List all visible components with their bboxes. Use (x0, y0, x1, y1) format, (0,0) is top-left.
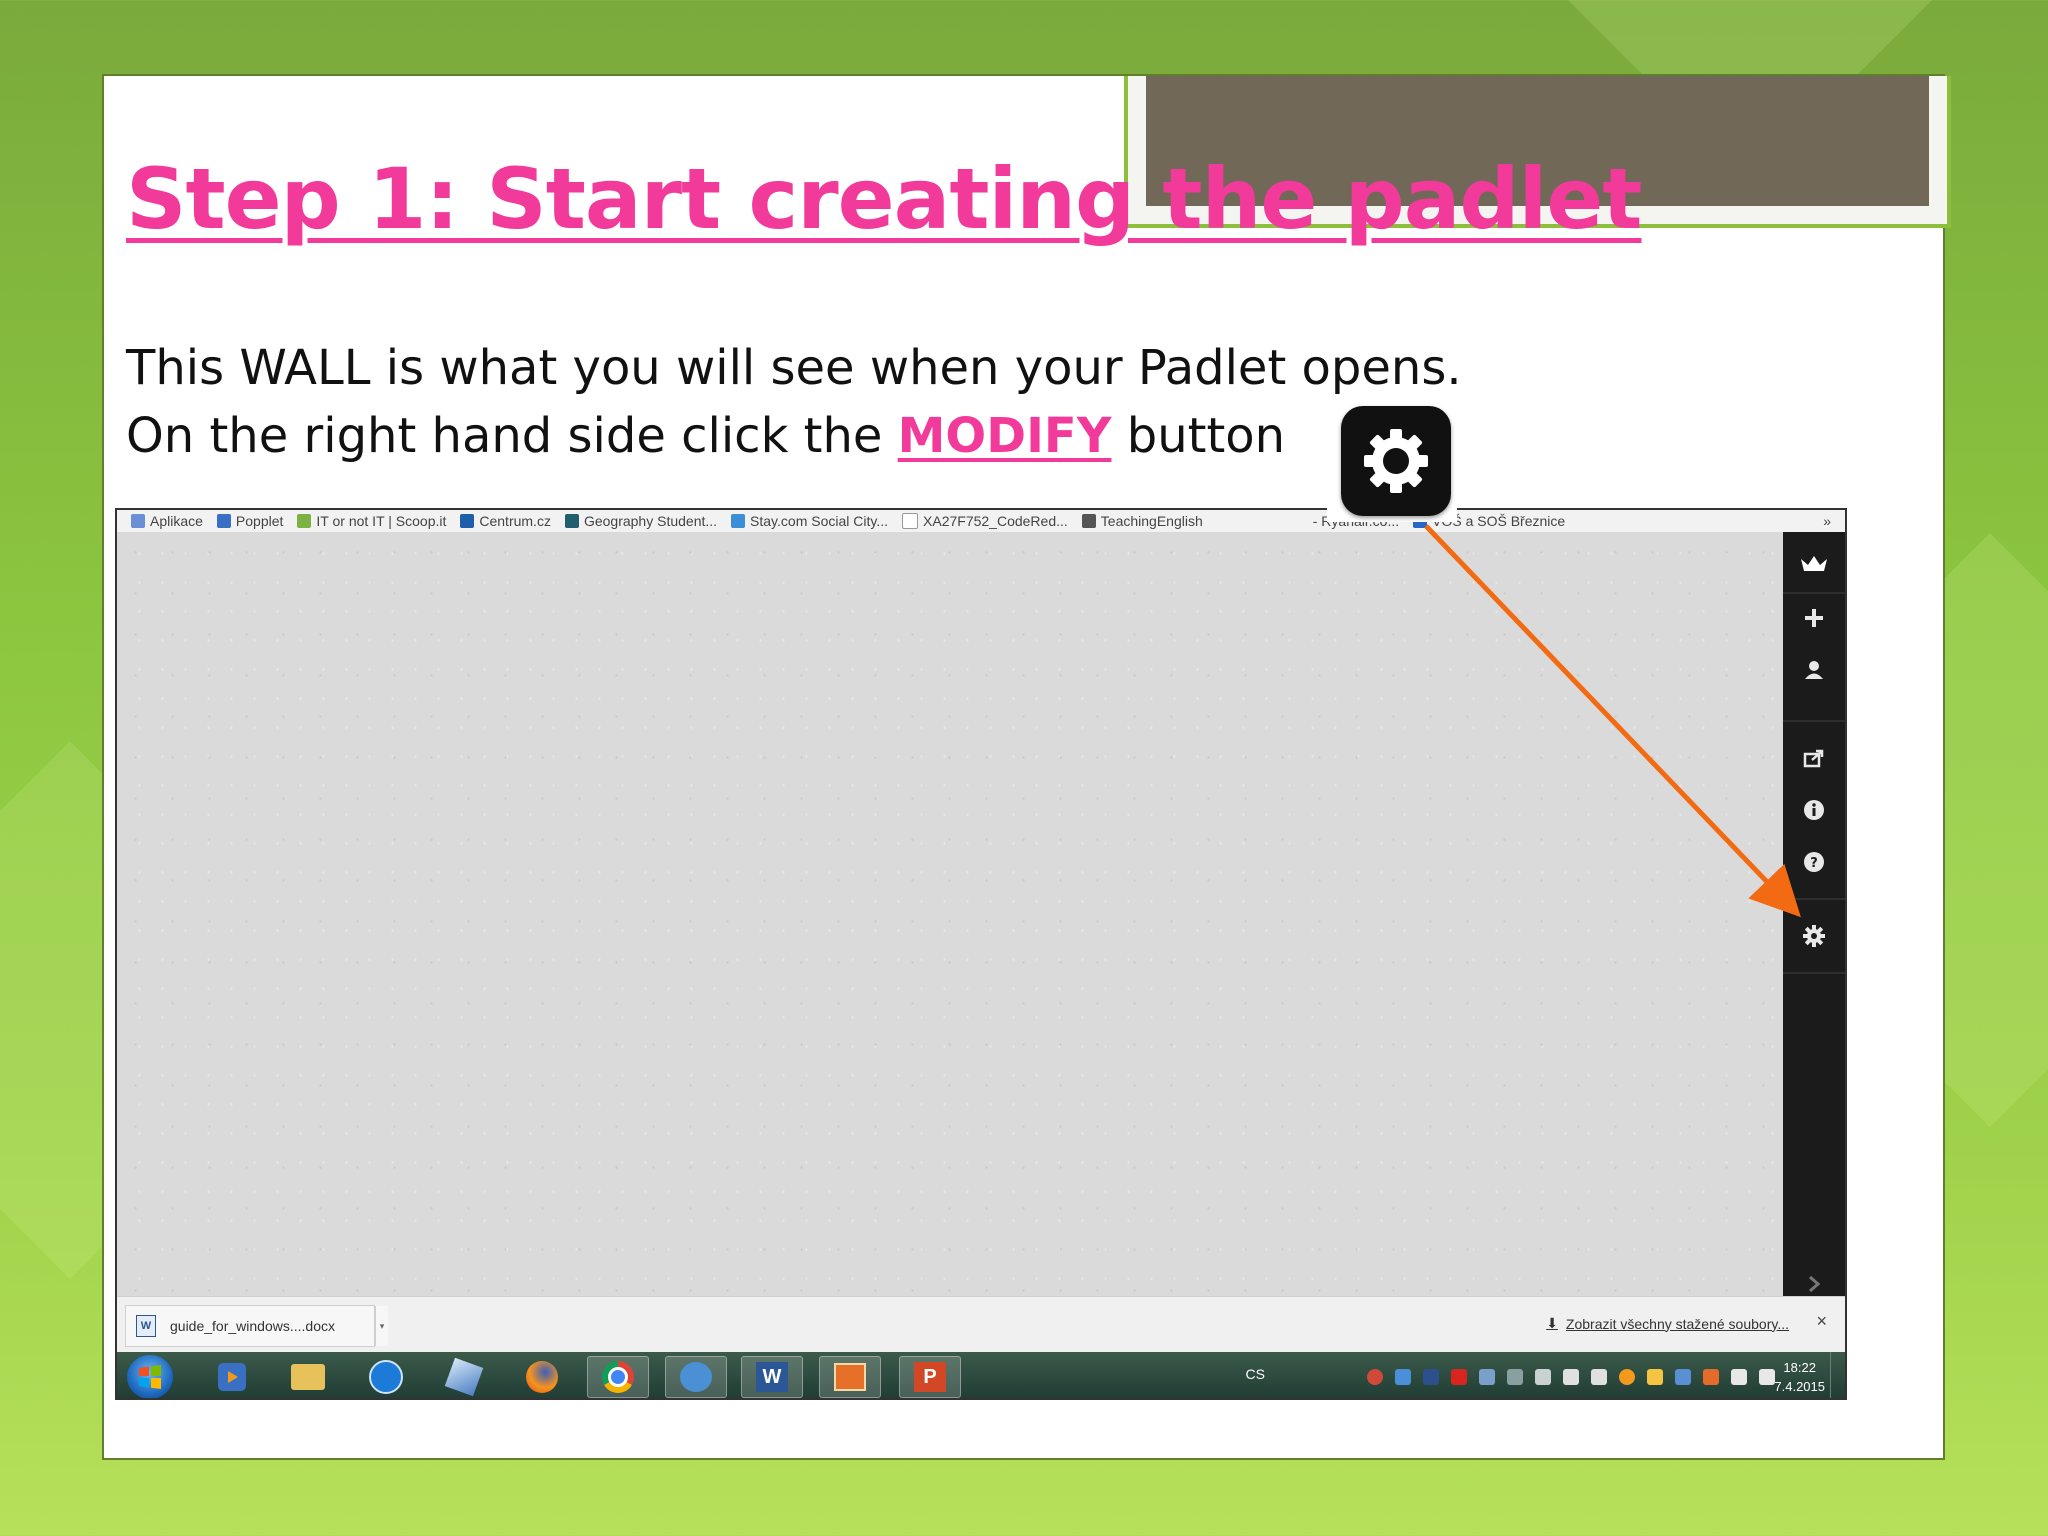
bookmarks-more-button[interactable]: » (1823, 513, 1831, 529)
sidebar-divider (1783, 720, 1845, 722)
bookmarks-bar: Aplikace Popplet IT or not IT | Scoop.it… (117, 510, 1845, 533)
crown-icon[interactable] (1783, 542, 1845, 586)
share-icon[interactable] (1783, 736, 1845, 780)
sidebar-divider (1783, 972, 1845, 974)
teachingenglish-icon (1081, 514, 1096, 528)
avast-tray-icon[interactable] (1619, 1369, 1635, 1385)
padlet-wall[interactable] (117, 532, 1785, 1296)
padlet-screenshot: Aplikace Popplet IT or not IT | Scoop.it… (115, 508, 1847, 1400)
info-icon[interactable] (1783, 788, 1845, 832)
instruction-suffix: button (1111, 408, 1286, 464)
user-icon[interactable] (1783, 648, 1845, 692)
windows-logo-icon (139, 1365, 161, 1389)
help-icon[interactable]: ? (1783, 840, 1845, 884)
bookmark-item[interactable]: Stay.com Social City... (731, 513, 888, 529)
slide-heading: Step 1: Start creating the padlet (126, 150, 1642, 248)
sidebar-divider (1783, 898, 1845, 900)
instruction-line-1: This WALL is what you will see when your… (126, 340, 1462, 396)
bookmark-item[interactable]: Aplikace (131, 513, 203, 529)
instruction-prefix: On the right hand side click the (126, 408, 898, 464)
gear-icon (1341, 406, 1451, 516)
download-bar: W guide_for_windows....docx ▾ ⬇ Zobrazit… (117, 1296, 1845, 1353)
apps-grid-icon (131, 514, 145, 528)
download-file-name: guide_for_windows....docx (170, 1318, 335, 1334)
modify-highlight: MODIFY (897, 408, 1112, 464)
word-document-icon: W (136, 1315, 156, 1337)
network-tray-icon[interactable] (1395, 1369, 1411, 1385)
stay-icon (731, 514, 746, 528)
notes-tray-icon[interactable] (1647, 1369, 1663, 1385)
paint-icon[interactable] (433, 1356, 495, 1398)
show-desktop-button[interactable] (1830, 1352, 1845, 1398)
powerpoint-icon[interactable]: P (899, 1356, 961, 1398)
popplet-icon (216, 514, 231, 528)
office-tray-icon[interactable] (1703, 1369, 1719, 1385)
chrome-icon[interactable] (587, 1356, 649, 1398)
media-player-icon[interactable] (201, 1356, 263, 1398)
download-item[interactable]: W guide_for_windows....docx ▾ (125, 1305, 388, 1347)
sidebar-divider (1783, 592, 1845, 594)
device-tray-icon[interactable] (1535, 1369, 1551, 1385)
bookmark-item[interactable]: Centrum.cz (460, 513, 551, 529)
presentation-tool-icon[interactable] (819, 1356, 881, 1398)
firefox-icon[interactable] (511, 1356, 573, 1398)
teamviewer-icon[interactable] (355, 1356, 417, 1398)
language-indicator[interactable]: CS (1246, 1366, 1265, 1382)
update-tray-icon[interactable] (1675, 1369, 1691, 1385)
chrome-tray-icon[interactable] (1367, 1369, 1383, 1385)
start-button[interactable] (127, 1355, 173, 1398)
clock-time: 18:22 (1783, 1360, 1816, 1375)
bookmark-item[interactable]: IT or not IT | Scoop.it (297, 513, 446, 529)
bookmark-item[interactable]: XA27F752_CodeRed... (902, 513, 1068, 529)
volume-icon[interactable] (1591, 1369, 1607, 1385)
plus-icon[interactable] (1783, 596, 1845, 640)
windows-taskbar: W P CS 18:22 7.4.2015 (117, 1352, 1845, 1398)
geography-icon (564, 514, 579, 528)
security-tray-icon[interactable] (1423, 1369, 1439, 1385)
bookmark-item[interactable]: Geography Student... (564, 513, 717, 529)
document-icon (902, 513, 919, 529)
download-menu-arrow[interactable]: ▾ (375, 1306, 388, 1346)
system-tray (1355, 1352, 1775, 1398)
file-explorer-icon[interactable] (277, 1356, 339, 1398)
svg-text:?: ? (1810, 856, 1818, 871)
bookmark-item[interactable]: TeachingEnglish (1081, 513, 1203, 529)
padlet-sidebar: ? (1783, 532, 1845, 1296)
sync-tray-icon[interactable] (1507, 1369, 1523, 1385)
acrobat-tray-icon[interactable] (1451, 1369, 1467, 1385)
clock-date: 7.4.2015 (1774, 1379, 1825, 1394)
gear-icon[interactable] (1783, 914, 1845, 958)
display-tray-icon[interactable] (1479, 1369, 1495, 1385)
scoopit-icon (297, 514, 312, 528)
signal-icon[interactable] (1759, 1369, 1775, 1385)
bookmark-item[interactable]: Popplet (216, 513, 283, 529)
system-clock[interactable]: 18:22 7.4.2015 (1774, 1358, 1825, 1396)
close-download-bar-button[interactable]: × (1816, 1311, 1827, 1332)
palette-icon[interactable] (665, 1356, 727, 1398)
power-tray-icon[interactable] (1563, 1369, 1579, 1385)
download-arrow-icon: ⬇ (1546, 1315, 1558, 1331)
word-icon[interactable]: W (741, 1356, 803, 1398)
centrum-icon (460, 514, 475, 528)
instruction-line-2: On the right hand side click the MODIFY … (126, 408, 1285, 464)
flag-icon[interactable] (1731, 1369, 1747, 1385)
show-all-downloads-link[interactable]: ⬇ Zobrazit všechny stažené soubory... (1546, 1315, 1789, 1332)
